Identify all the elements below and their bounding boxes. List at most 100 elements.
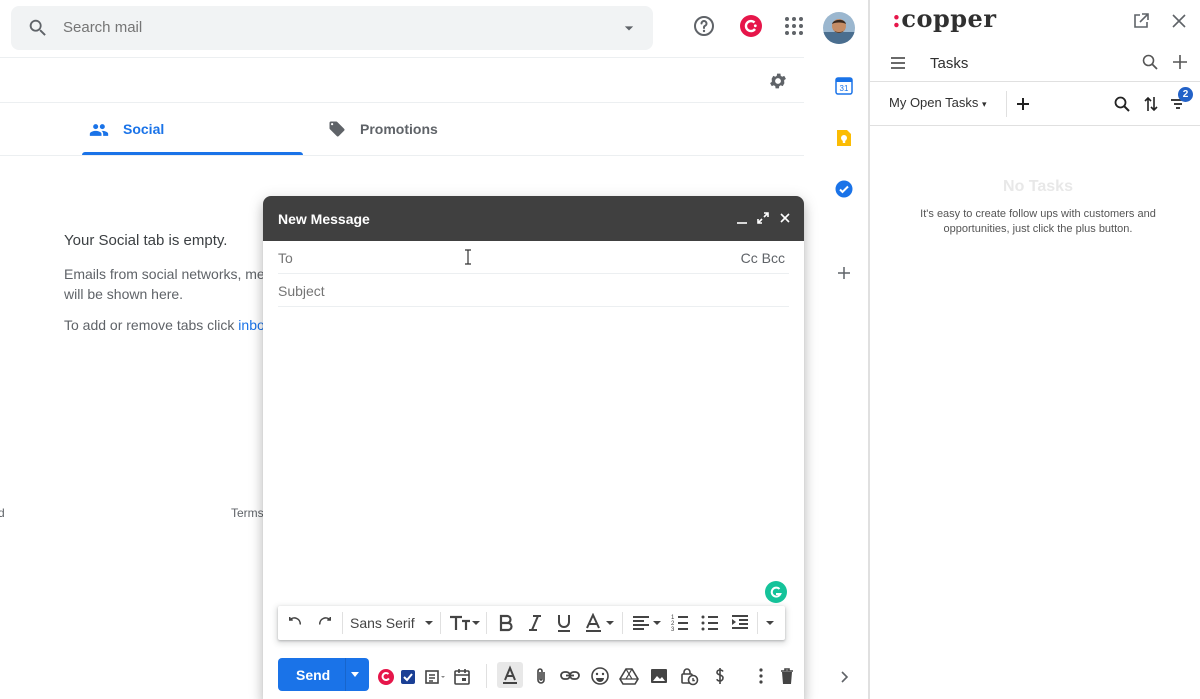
tabs-hint-text: To add or remove tabs click: [64, 317, 239, 333]
text-size-icon[interactable]: [448, 613, 480, 633]
task-filter-label: My Open Tasks: [889, 95, 979, 110]
filter-caret-icon: ▾: [981, 99, 987, 109]
empty-state-tabs-hint: To add or remove tabs click inbox s: [64, 317, 264, 333]
search-bar[interactable]: [11, 6, 653, 50]
keep-icon[interactable]: [835, 129, 853, 147]
drive-icon[interactable]: [619, 666, 639, 686]
tab-promotions-label: Promotions: [360, 121, 438, 137]
copper-logo: :copper: [892, 4, 996, 33]
settings-gear-icon[interactable]: [768, 71, 788, 91]
close-icon[interactable]: [778, 211, 792, 225]
copper-search-icon[interactable]: [1142, 54, 1158, 70]
cc-bcc-link[interactable]: Cc Bcc: [741, 250, 785, 266]
footer-left-text[interactable]: d: [0, 506, 5, 520]
tab-social[interactable]: Social: [82, 103, 303, 155]
calendar-day: 31: [840, 84, 849, 93]
more-options-icon[interactable]: [751, 666, 771, 686]
redo-icon[interactable]: [316, 613, 334, 633]
link-icon[interactable]: [560, 666, 580, 686]
numbered-list-icon[interactable]: 123: [671, 613, 689, 633]
text-cursor-icon: [464, 249, 472, 265]
filter-separator: [1006, 91, 1007, 117]
copper-nav-title: Tasks: [930, 55, 969, 72]
task-filter-select[interactable]: My Open Tasks ▾: [889, 95, 987, 110]
people-icon: [89, 120, 109, 140]
underline-icon[interactable]: [556, 613, 572, 633]
undo-icon[interactable]: [286, 613, 304, 633]
more-formatting-icon[interactable]: [764, 613, 776, 633]
empty-state-desc-line2: will be shown here.: [64, 286, 184, 302]
add-addon-icon[interactable]: [835, 264, 853, 282]
attach-icon[interactable]: [531, 666, 551, 686]
tasks-icon[interactable]: [835, 180, 853, 198]
bottom-separator: [486, 664, 487, 688]
tab-social-label: Social: [123, 121, 165, 137]
send-label: Send: [296, 667, 331, 683]
templates-icon[interactable]: [423, 666, 445, 686]
text-color-icon[interactable]: [584, 613, 616, 633]
search-input[interactable]: [63, 19, 583, 36]
checkbox-icon[interactable]: [398, 666, 418, 686]
copper-compose-icon[interactable]: [376, 666, 396, 686]
empty-state-title: Your Social tab is empty.: [64, 232, 228, 249]
toolbar-separator: [440, 612, 441, 634]
emoji-icon[interactable]: [590, 666, 610, 686]
message-body[interactable]: [278, 308, 789, 576]
formatting-toolbar: Sans Serif 1 2 3: [278, 606, 785, 640]
side-addons-panel: 31: [818, 58, 868, 699]
filter-search-icon[interactable]: [1114, 96, 1130, 112]
schedule-send-dropdown-icon[interactable]: [350, 671, 360, 679]
subject-label: Subject: [278, 283, 325, 299]
italic-icon[interactable]: [527, 613, 543, 633]
chevron-right-icon[interactable]: [835, 668, 853, 686]
toolbar-separator: [622, 612, 623, 634]
formatting-options-icon[interactable]: [497, 662, 523, 688]
font-select[interactable]: Sans Serif: [350, 615, 415, 631]
copper-panel: :copper Tasks My Open Tasks ▾ 2 No Tasks…: [870, 0, 1200, 699]
font-dropdown-icon[interactable]: [423, 613, 435, 633]
tab-promotions[interactable]: Promotions: [328, 103, 528, 155]
confidential-mode-icon[interactable]: [679, 666, 699, 686]
send-divider: [345, 658, 346, 691]
open-external-icon[interactable]: [1132, 12, 1150, 30]
gmail-main: Social Promotions Your Social tab is emp…: [0, 0, 868, 699]
sort-icon[interactable]: [1143, 95, 1159, 113]
subject-field[interactable]: Subject: [278, 274, 789, 307]
bold-icon[interactable]: [498, 613, 514, 633]
discard-draft-icon[interactable]: [777, 666, 797, 686]
bulleted-list-icon[interactable]: [701, 613, 719, 633]
svg-text:3: 3: [671, 627, 675, 633]
indent-icon[interactable]: [731, 613, 749, 633]
minimize-icon[interactable]: [735, 211, 749, 225]
inbox-settings-link[interactable]: inbox s: [238, 317, 264, 333]
send-button[interactable]: Send: [278, 658, 369, 691]
dollar-icon[interactable]: [710, 666, 730, 686]
apps-grid-icon[interactable]: [782, 14, 806, 38]
help-icon[interactable]: [692, 14, 716, 38]
grammarly-icon[interactable]: [765, 581, 787, 603]
menu-icon[interactable]: [889, 54, 907, 72]
align-icon[interactable]: [631, 613, 663, 633]
no-tasks-description: It's easy to create follow ups with cust…: [920, 208, 1156, 235]
toolbar-separator: [757, 612, 758, 634]
to-field[interactable]: To Cc Bcc: [278, 241, 789, 274]
compose-header[interactable]: New Message: [263, 196, 804, 241]
copper-logo-text: copper: [901, 4, 997, 33]
footer-terms-link[interactable]: Terms: [231, 506, 264, 520]
search-options-dropdown-icon[interactable]: [619, 18, 639, 38]
toolbar-separator: [342, 612, 343, 634]
avatar[interactable]: [823, 12, 855, 44]
search-icon[interactable]: [27, 17, 49, 39]
calendar-schedule-icon[interactable]: [452, 666, 472, 686]
calendar-icon[interactable]: 31: [835, 77, 853, 95]
to-label: To: [278, 250, 293, 266]
photo-icon[interactable]: [649, 666, 669, 686]
fullscreen-icon[interactable]: [756, 211, 770, 225]
close-panel-icon[interactable]: [1170, 12, 1188, 30]
compose-title: New Message: [278, 211, 370, 227]
add-task-icon[interactable]: [1015, 96, 1031, 112]
tag-icon: [328, 120, 346, 138]
copper-extension-icon[interactable]: [739, 14, 763, 38]
copper-filter-bar: My Open Tasks ▾ 2: [870, 83, 1200, 126]
copper-add-icon[interactable]: [1172, 54, 1188, 70]
